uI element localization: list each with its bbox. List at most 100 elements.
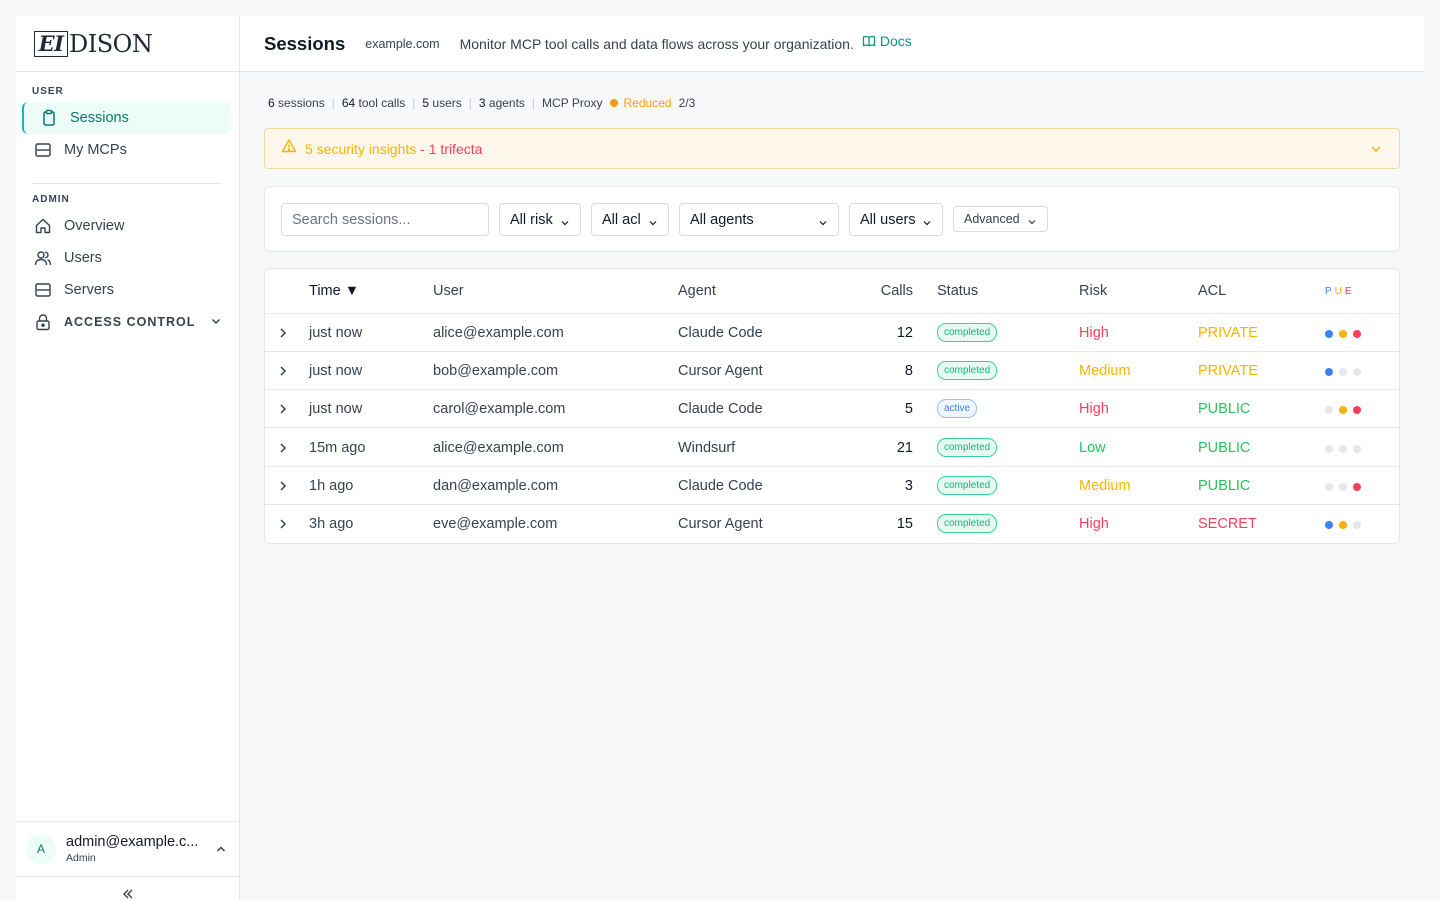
column-header-calls: Calls xyxy=(880,283,913,299)
proxy-mode: Reduced xyxy=(623,96,672,110)
cell-acl: PUBLIC xyxy=(1198,477,1251,494)
table-row[interactable]: 1h ago dan@example.com Claude Code 3 complet… xyxy=(265,467,1399,505)
lock-icon xyxy=(34,313,52,331)
status-badge: completed xyxy=(937,475,998,495)
security-insights-banner[interactable]: 5 security insights - 1 trifecta xyxy=(264,128,1400,169)
chevron-right-icon[interactable] xyxy=(277,364,289,383)
pue-dot xyxy=(1339,482,1347,491)
table-row[interactable]: 15m ago alice@example.com Windsurf 21 comple… xyxy=(265,429,1399,467)
cell-time: just now xyxy=(309,363,363,380)
pue-letter: E xyxy=(1344,286,1355,297)
sidebar-item-sessions[interactable]: Sessions xyxy=(22,102,231,134)
users-filter[interactable]: All users xyxy=(849,203,943,236)
pue-dot xyxy=(1353,330,1361,338)
chevron-right-icon[interactable] xyxy=(277,517,289,536)
org-domain: example.com xyxy=(365,36,440,51)
pue-indicators xyxy=(1325,406,1367,415)
home-icon xyxy=(34,217,52,235)
cell-user: alice@example.com xyxy=(433,325,564,341)
insights-text: 5 security insights - 1 trifecta xyxy=(305,141,482,157)
sessions-table: Time ▼ User Agent Calls Status Risk ACL … xyxy=(264,268,1400,544)
chevron-right-icon[interactable] xyxy=(277,402,289,421)
pue-dot xyxy=(1325,482,1333,491)
pue-dot xyxy=(1339,368,1347,377)
pue-dot xyxy=(1325,521,1333,529)
chevron-down-icon xyxy=(1027,216,1037,230)
sidebar-item-servers[interactable]: Servers xyxy=(22,274,231,306)
status-badge: completed xyxy=(937,323,998,342)
user-menu[interactable]: A admin@example.c... Admin xyxy=(16,821,240,876)
cell-acl: PUBLIC xyxy=(1198,401,1251,418)
risk-filter-value: All risk xyxy=(510,211,553,228)
table-row[interactable]: 3h ago eve@example.com Cursor Agent 15 compl… xyxy=(265,505,1399,543)
cell-acl: PRIVATE xyxy=(1198,325,1258,341)
table-row[interactable]: just now alice@example.com Claude Code 12 co… xyxy=(265,314,1399,352)
chevron-right-icon[interactable] xyxy=(277,479,289,498)
cell-calls: 8 xyxy=(904,363,913,380)
sidebar-item-my-mcps[interactable]: My MCPs xyxy=(22,134,231,166)
risk-filter[interactable]: All risk xyxy=(499,203,581,236)
insights-count: 5 security insights xyxy=(305,140,417,157)
pue-indicators xyxy=(1325,521,1367,529)
table-row[interactable]: just now bob@example.com Cursor Agent 8 comp… xyxy=(265,352,1399,391)
sidebar-item-users[interactable]: Users xyxy=(22,242,231,274)
pue-dot xyxy=(1325,330,1333,338)
nav-section-user: USER xyxy=(32,86,64,97)
column-header-agent: Agent xyxy=(678,283,716,299)
cell-risk: Medium xyxy=(1079,477,1131,494)
stat-agents-label: agents xyxy=(488,96,525,110)
search-input[interactable]: Search sessions... xyxy=(281,203,489,236)
chevron-right-icon[interactable] xyxy=(277,326,289,345)
stat-sessions-count: 6 xyxy=(268,96,275,110)
chevron-down-icon[interactable] xyxy=(209,314,223,331)
table-row[interactable]: just now carol@example.com Claude Code 5 act… xyxy=(265,390,1399,429)
cell-time: 3h ago xyxy=(309,516,354,532)
sidebar-item-label: ACCESS CONTROL xyxy=(64,315,196,329)
proxy-ratio: 2/3 xyxy=(678,96,696,110)
pue-dot xyxy=(1339,406,1347,415)
column-header-status: Status xyxy=(937,283,979,299)
advanced-filter-button[interactable]: Advanced xyxy=(953,206,1048,232)
cell-time: 1h ago xyxy=(309,477,354,494)
logo-box: EI xyxy=(34,30,68,57)
status-badge: active xyxy=(937,399,978,419)
cell-agent: Windsurf xyxy=(678,439,736,456)
sidebar-item-access-control[interactable]: ACCESS CONTROL xyxy=(22,306,231,338)
book-icon xyxy=(862,35,876,47)
stat-sessions-label: sessions xyxy=(278,96,325,110)
sidebar-item-label: Overview xyxy=(64,218,125,234)
cell-risk: Medium xyxy=(1079,363,1131,380)
cell-time: just now xyxy=(309,325,363,341)
column-header-user: User xyxy=(433,283,464,299)
page-title: Sessions xyxy=(264,32,346,54)
cell-calls: 12 xyxy=(896,325,913,341)
server-icon xyxy=(34,281,52,299)
column-header-time[interactable]: Time ▼ xyxy=(309,283,359,299)
cell-risk: High xyxy=(1079,516,1109,532)
stat-calls-count: 64 xyxy=(341,96,356,110)
edison-logo[interactable]: EI DISON xyxy=(34,30,153,58)
collapse-sidebar-button[interactable] xyxy=(16,876,240,900)
chevron-right-icon[interactable] xyxy=(277,441,289,460)
agents-filter-value: All agents xyxy=(690,211,754,228)
sidebar-divider xyxy=(32,183,222,184)
stat-separator: | xyxy=(468,96,472,110)
stat-users-label: users xyxy=(432,96,462,110)
pue-dot xyxy=(1339,330,1347,338)
users-icon xyxy=(34,249,52,267)
sidebar-item-overview[interactable]: Overview xyxy=(22,210,231,242)
clipboard-icon xyxy=(40,109,58,127)
chevron-down-icon[interactable] xyxy=(1369,142,1383,161)
cell-user: alice@example.com xyxy=(433,439,564,456)
server-icon xyxy=(34,141,52,159)
agents-filter[interactable]: All agents xyxy=(679,203,839,236)
docs-link[interactable]: Docs xyxy=(862,33,912,49)
user-info: admin@example.c... Admin xyxy=(66,834,198,864)
proxy-label: MCP Proxy xyxy=(542,96,603,110)
page-header: Sessions example.com Monitor MCP tool ca… xyxy=(240,16,1424,72)
cell-acl: PRIVATE xyxy=(1198,363,1258,380)
chevron-up-icon[interactable] xyxy=(214,842,228,861)
cell-agent: Cursor Agent xyxy=(678,516,763,532)
acl-filter[interactable]: All acl xyxy=(591,203,669,236)
chevron-down-icon xyxy=(560,216,570,232)
